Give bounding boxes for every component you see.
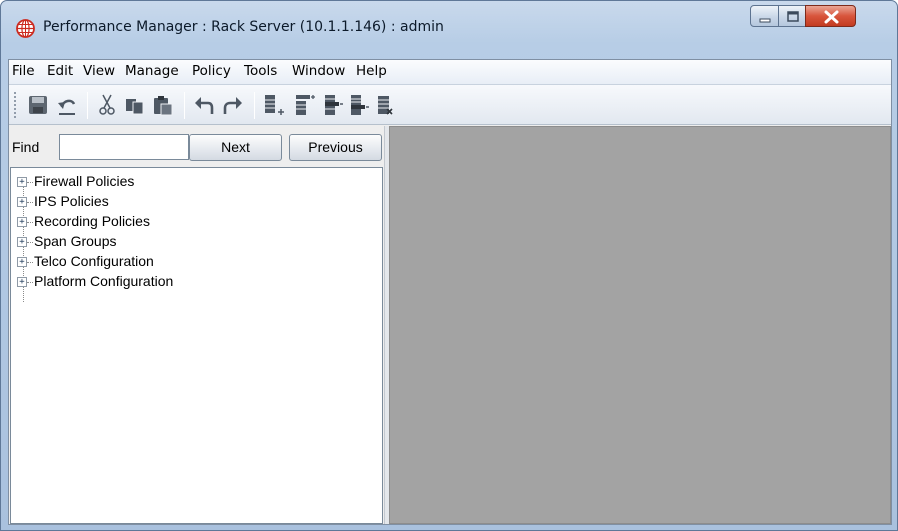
client-area: File Edit View Manage Policy Tools Windo… [8,59,892,525]
menu-manage[interactable]: Manage [125,63,179,79]
menu-view[interactable]: View [83,63,115,79]
menu-help[interactable]: Help [356,63,387,79]
redo-arrow-icon[interactable] [221,93,245,117]
expand-icon[interactable]: + [17,217,27,227]
paste-icon[interactable] [151,93,175,117]
find-label: Find [12,139,40,155]
save-icon[interactable] [26,93,50,117]
add-row-icon[interactable] [261,93,285,117]
append-row-icon[interactable] [346,93,370,117]
expand-icon[interactable]: + [17,277,27,287]
close-button[interactable] [805,5,856,27]
title-bar[interactable]: Performance Manager : Rack Server (10.1.… [1,1,897,59]
menu-policy[interactable]: Policy [192,63,231,79]
minimize-button[interactable] [750,5,779,27]
cut-icon[interactable] [95,93,119,117]
copy-icon[interactable] [123,93,147,117]
expand-icon[interactable]: + [17,177,27,187]
maximize-button[interactable] [778,5,806,27]
menu-edit[interactable]: Edit [47,63,73,79]
window-title: Performance Manager : Rack Server (10.1.… [43,19,444,35]
tree-node-label: Platform Configuration [34,273,174,289]
maximize-icon [787,11,799,22]
menu-file[interactable]: File [12,63,35,79]
navigation-panel: Find Next Previous + Firewall Policies +… [9,126,384,524]
toolbar-separator [87,92,88,119]
move-row-icon[interactable] [320,93,344,117]
expand-icon[interactable]: + [17,197,27,207]
find-input[interactable] [59,134,189,160]
tree-node-label: Span Groups [34,233,117,249]
toolbar-separator [184,92,185,119]
expand-icon[interactable]: + [17,237,27,247]
toolbar-separator [254,92,255,119]
tree-node-label: Recording Policies [34,213,150,229]
insert-row-icon[interactable] [292,93,316,117]
tree-node-label: Firewall Policies [34,173,135,189]
previous-button[interactable]: Previous [289,134,382,161]
menu-tools[interactable]: Tools [244,63,277,79]
next-button[interactable]: Next [189,134,282,161]
policy-tree[interactable]: + Firewall Policies + IPS Policies + Rec… [10,167,383,524]
toolbar [9,85,891,125]
undo-arrow-icon[interactable] [192,93,216,117]
content-panel [389,126,891,524]
tree-node-label: IPS Policies [34,193,109,209]
undo-icon[interactable] [55,93,79,117]
tree-node-label: Telco Configuration [34,253,154,269]
close-icon [824,10,839,24]
globe-icon [16,19,35,38]
minimize-icon [759,18,771,23]
menu-bar: File Edit View Manage Policy Tools Windo… [9,60,891,85]
expand-icon[interactable]: + [17,257,27,267]
toolbar-grip[interactable] [13,91,17,119]
delete-row-icon[interactable] [372,93,396,117]
application-window: Performance Manager : Rack Server (10.1.… [0,0,898,531]
menu-window[interactable]: Window [292,63,345,79]
